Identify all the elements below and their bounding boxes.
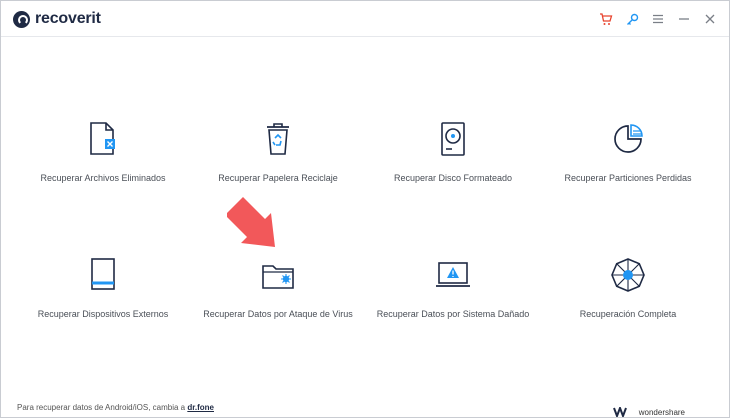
title-bar-actions — [593, 9, 723, 29]
option-deleted-files[interactable]: Recuperar Archivos Eliminados — [13, 117, 193, 207]
option-virus-attack[interactable]: Recuperar Datos por Ataque de Virus — [188, 253, 368, 343]
footer-text: Para recuperar datos de Android/iOS, cam… — [17, 403, 188, 412]
option-label: Recuperar Datos por Sistema Dañado — [376, 309, 530, 319]
close-icon[interactable] — [697, 9, 723, 29]
footer-note: Para recuperar datos de Android/iOS, cam… — [17, 403, 214, 412]
wondershare-logo-icon — [612, 407, 627, 417]
brand-logo: wondershare — [612, 407, 685, 417]
logo-name-prefix: recover — [35, 10, 92, 27]
deleted-file-icon — [83, 117, 123, 161]
option-label: Recuperar Dispositivos Externos — [37, 309, 169, 319]
hard-disk-icon — [433, 117, 473, 161]
cart-icon[interactable] — [593, 9, 619, 29]
pointer-arrow-icon — [225, 193, 287, 255]
option-label: Recuperar Archivos Eliminados — [40, 173, 166, 183]
option-lost-partitions[interactable]: Recuperar Particiones Perdidas — [538, 117, 718, 207]
drfone-link[interactable]: dr.fone — [187, 403, 214, 412]
pie-partition-icon — [608, 117, 648, 161]
option-all-around-recovery[interactable]: Recuperación Completa — [538, 253, 718, 343]
option-label: Recuperar Particiones Perdidas — [564, 173, 692, 183]
crashed-system-icon — [433, 253, 473, 297]
option-formatted-disk[interactable]: Recuperar Disco Formateado — [363, 117, 543, 207]
logo-mark-icon — [13, 10, 30, 28]
minimize-icon[interactable] — [671, 9, 697, 29]
external-device-icon — [83, 253, 123, 297]
option-label: Recuperar Datos por Ataque de Virus — [203, 309, 353, 319]
title-bar: recoverit — [1, 1, 729, 37]
option-crashed-system[interactable]: Recuperar Datos por Sistema Dañado — [363, 253, 543, 343]
all-around-icon — [608, 253, 648, 297]
logo-name-suffix: it — [91, 10, 101, 27]
recycle-bin-icon — [258, 117, 298, 161]
app-window: recoverit Recuperar Archivos Eliminados … — [0, 0, 730, 418]
virus-folder-icon — [258, 253, 298, 297]
menu-icon[interactable] — [645, 9, 671, 29]
key-icon[interactable] — [619, 9, 645, 29]
option-label: Recuperar Disco Formateado — [393, 173, 513, 183]
option-label: Recuperar Papelera Reciclaje — [218, 173, 338, 183]
option-external-devices[interactable]: Recuperar Dispositivos Externos — [13, 253, 193, 343]
app-logo: recoverit — [13, 9, 101, 29]
option-label: Recuperación Completa — [579, 309, 677, 319]
brand-name: wondershare — [638, 407, 685, 417]
